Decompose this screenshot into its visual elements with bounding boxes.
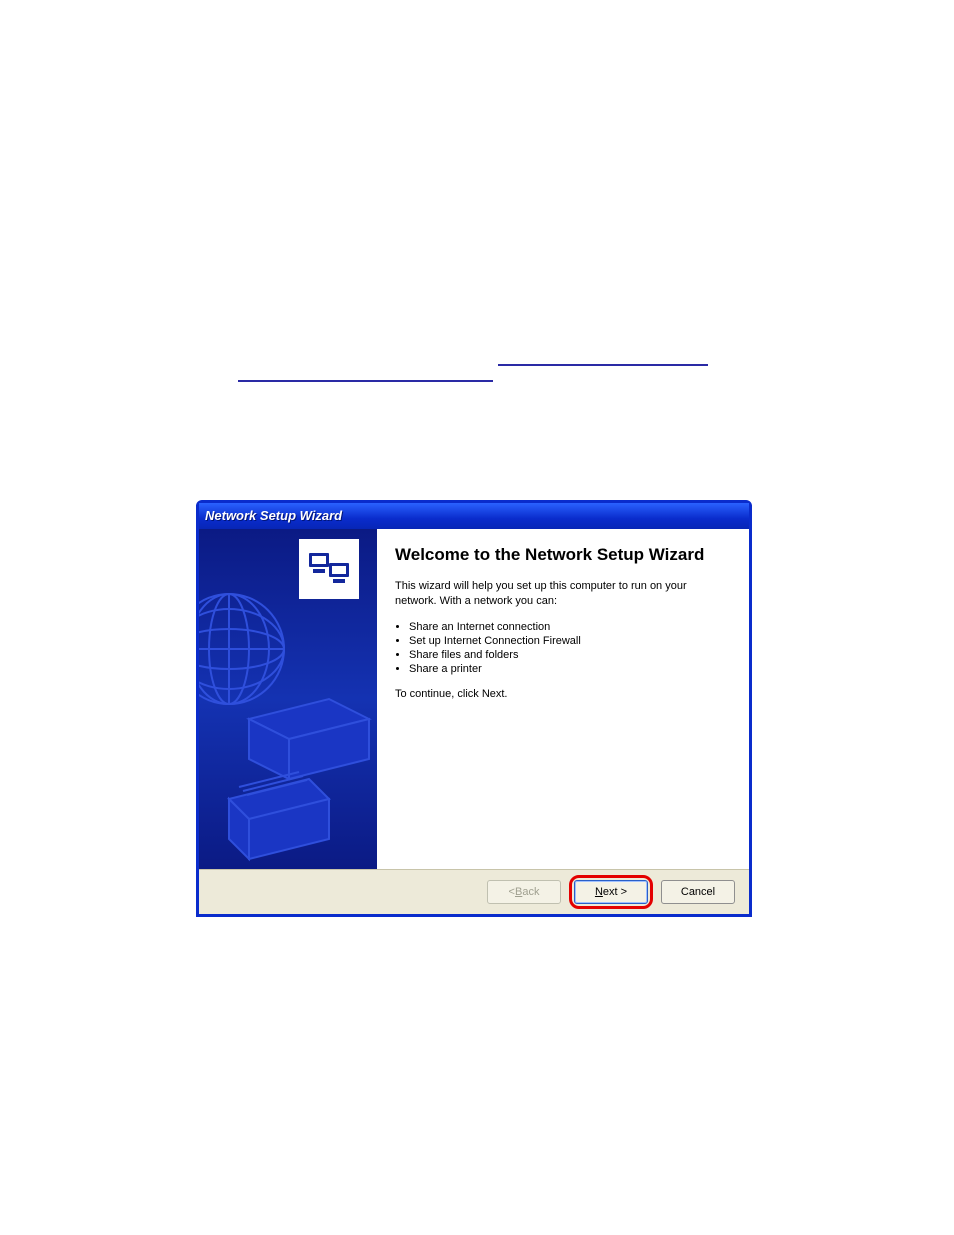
back-button: < Back (487, 880, 561, 904)
next-button-highlight: Next > (569, 875, 653, 909)
link-underline-left (238, 380, 493, 382)
wizard-sidebar-graphic (199, 529, 377, 869)
cancel-button[interactable]: Cancel (661, 880, 735, 904)
continue-instruction: To continue, click Next. (395, 687, 731, 702)
list-item: Share a printer (409, 663, 731, 675)
list-item: Set up Internet Connection Firewall (409, 635, 731, 647)
wizard-intro-text: This wizard will help you set up this co… (395, 579, 731, 609)
network-computers-icon (299, 539, 359, 599)
next-accelerator: N (595, 887, 603, 898)
wizard-button-row: < Back Next > Cancel (199, 869, 749, 914)
wizard-content: Welcome to the Network Setup Wizard This… (377, 529, 749, 869)
wizard-feature-list: Share an Internet connection Set up Inte… (395, 619, 731, 677)
list-item: Share files and folders (409, 649, 731, 661)
dialog-titlebar[interactable]: Network Setup Wizard (199, 503, 749, 529)
dialog-title: Network Setup Wizard (205, 508, 342, 523)
inline-link-placeholders (238, 350, 698, 390)
back-suffix: ack (522, 887, 539, 898)
dialog-client-area: Welcome to the Network Setup Wizard This… (199, 529, 749, 914)
cancel-label: Cancel (681, 887, 715, 898)
wizard-heading: Welcome to the Network Setup Wizard (395, 545, 731, 565)
next-suffix: ext > (603, 887, 627, 898)
list-item: Share an Internet connection (409, 621, 731, 633)
link-underline-right (498, 364, 708, 366)
back-accelerator: B (515, 887, 522, 898)
network-setup-wizard-dialog: Network Setup Wizard (196, 500, 752, 917)
next-button[interactable]: Next > (574, 880, 648, 904)
